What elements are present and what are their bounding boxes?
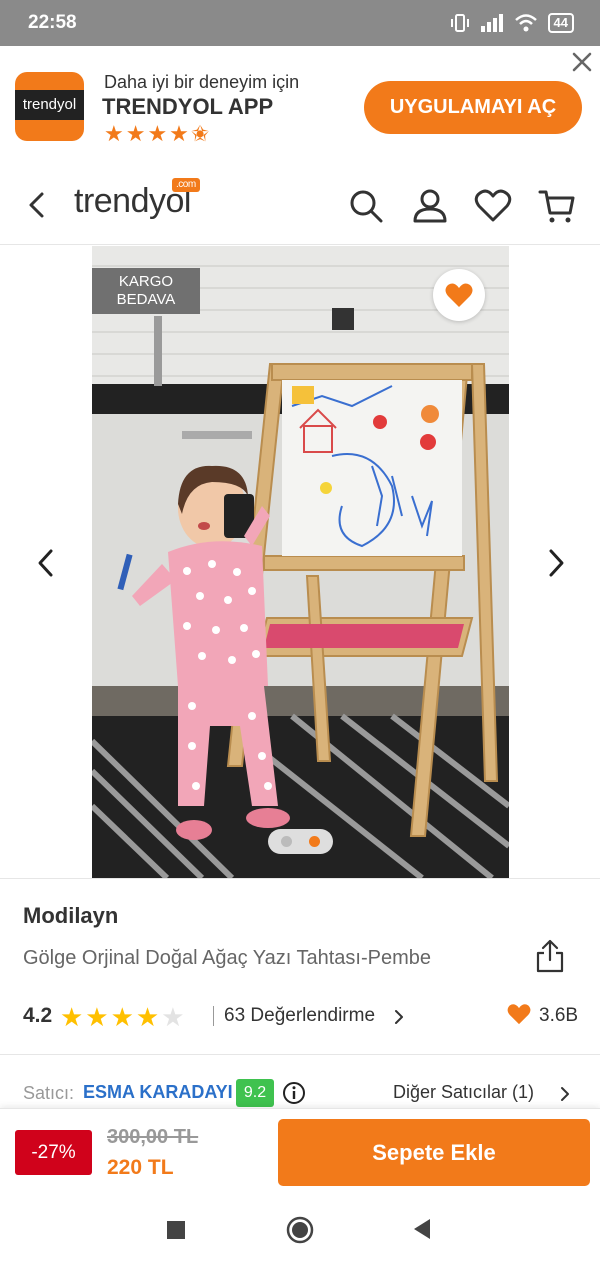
chevron-right-icon[interactable] <box>392 1008 406 1026</box>
recents-icon[interactable] <box>166 1220 186 1240</box>
system-navigation-bar <box>0 1194 600 1266</box>
badge-line-1: KARGO <box>118 273 174 290</box>
home-icon[interactable] <box>286 1216 314 1244</box>
status-bar: 22:58 44 <box>0 0 600 46</box>
discount-badge: -27% <box>15 1130 92 1175</box>
back-icon[interactable] <box>22 190 52 220</box>
banner-stars-full: ★★★★ <box>104 121 191 146</box>
old-price: 300,00 TL <box>107 1126 199 1148</box>
trendyol-logo[interactable]: trendyol .com <box>74 178 200 221</box>
separator <box>213 1006 214 1026</box>
product-name: Gölge Orjinal Doğal Ağaç Yazı Tahtası-Pe… <box>23 947 432 969</box>
top-navigation: trendyol .com <box>0 168 600 245</box>
image-pagination <box>268 829 333 854</box>
chevron-right-icon[interactable] <box>558 1085 572 1103</box>
seller-score-badge: 9.2 <box>236 1079 274 1107</box>
other-sellers-link[interactable]: Diğer Satıcılar (1) <box>393 1082 534 1103</box>
logo-com: .com <box>172 178 200 192</box>
pagination-dot-1[interactable] <box>281 836 292 847</box>
info-icon[interactable] <box>282 1081 306 1105</box>
product-photo <box>92 246 509 878</box>
back-nav-icon[interactable] <box>412 1218 432 1240</box>
star-empty-icon: ★ <box>161 1002 187 1032</box>
status-time: 22:58 <box>28 12 77 33</box>
app-logo-text: trendyol <box>15 90 84 120</box>
app-install-banner: trendyol Daha iyi bir deneyim için TREND… <box>0 46 600 168</box>
current-price: 220 TL <box>107 1156 174 1179</box>
like-count: 3.6B <box>539 1005 579 1026</box>
rating-stars: ★★★★★ <box>60 1002 187 1033</box>
divider <box>0 1054 600 1055</box>
product-brand[interactable]: Modilayn <box>23 903 118 929</box>
next-image-icon[interactable] <box>540 546 570 580</box>
heart-icon[interactable] <box>474 187 512 225</box>
favorite-button[interactable] <box>433 269 485 321</box>
banner-title: TRENDYOL APP <box>102 94 274 119</box>
trendyol-app-logo: trendyol <box>15 72 84 141</box>
vibrate-icon <box>450 14 469 32</box>
banner-subtitle: Daha iyi bir deneyim için <box>104 72 300 92</box>
purchase-bar: -27% 300,00 TL 220 TL Sepete Ekle <box>0 1108 600 1194</box>
product-image[interactable] <box>92 246 509 878</box>
half-star-icon: ✬ <box>190 121 212 146</box>
free-shipping-badge: KARGO BEDAVA <box>92 268 200 314</box>
open-app-button[interactable]: UYGULAMAYI AÇ <box>364 81 582 134</box>
seller-label: Satıcı: <box>23 1083 75 1103</box>
pagination-dot-2[interactable] <box>309 836 320 847</box>
badge-line-2: BEDAVA <box>116 291 176 308</box>
previous-image-icon[interactable] <box>32 546 62 580</box>
signal-icon <box>480 14 503 32</box>
divider <box>0 878 600 879</box>
close-icon[interactable] <box>570 50 594 74</box>
status-icons: 44 <box>450 12 574 34</box>
banner-rating-stars: ★★★★✬ <box>104 121 211 147</box>
reviews-link[interactable]: 63 Değerlendirme <box>224 1005 375 1027</box>
battery-icon: 44 <box>547 13 574 33</box>
share-icon[interactable] <box>535 938 565 974</box>
rating-value: 4.2 <box>23 1004 53 1027</box>
search-icon[interactable] <box>347 187 385 225</box>
add-to-cart-button[interactable]: Sepete Ekle <box>278 1119 590 1186</box>
like-heart-icon[interactable] <box>507 1003 531 1025</box>
user-icon[interactable] <box>411 187 449 225</box>
heart-filled-icon <box>445 283 473 307</box>
cart-icon[interactable] <box>538 187 576 225</box>
wifi-icon <box>514 14 537 32</box>
star-full-icon: ★★★★ <box>60 1002 162 1032</box>
seller-name-link[interactable]: ESMA KARADAYI <box>83 1082 233 1103</box>
